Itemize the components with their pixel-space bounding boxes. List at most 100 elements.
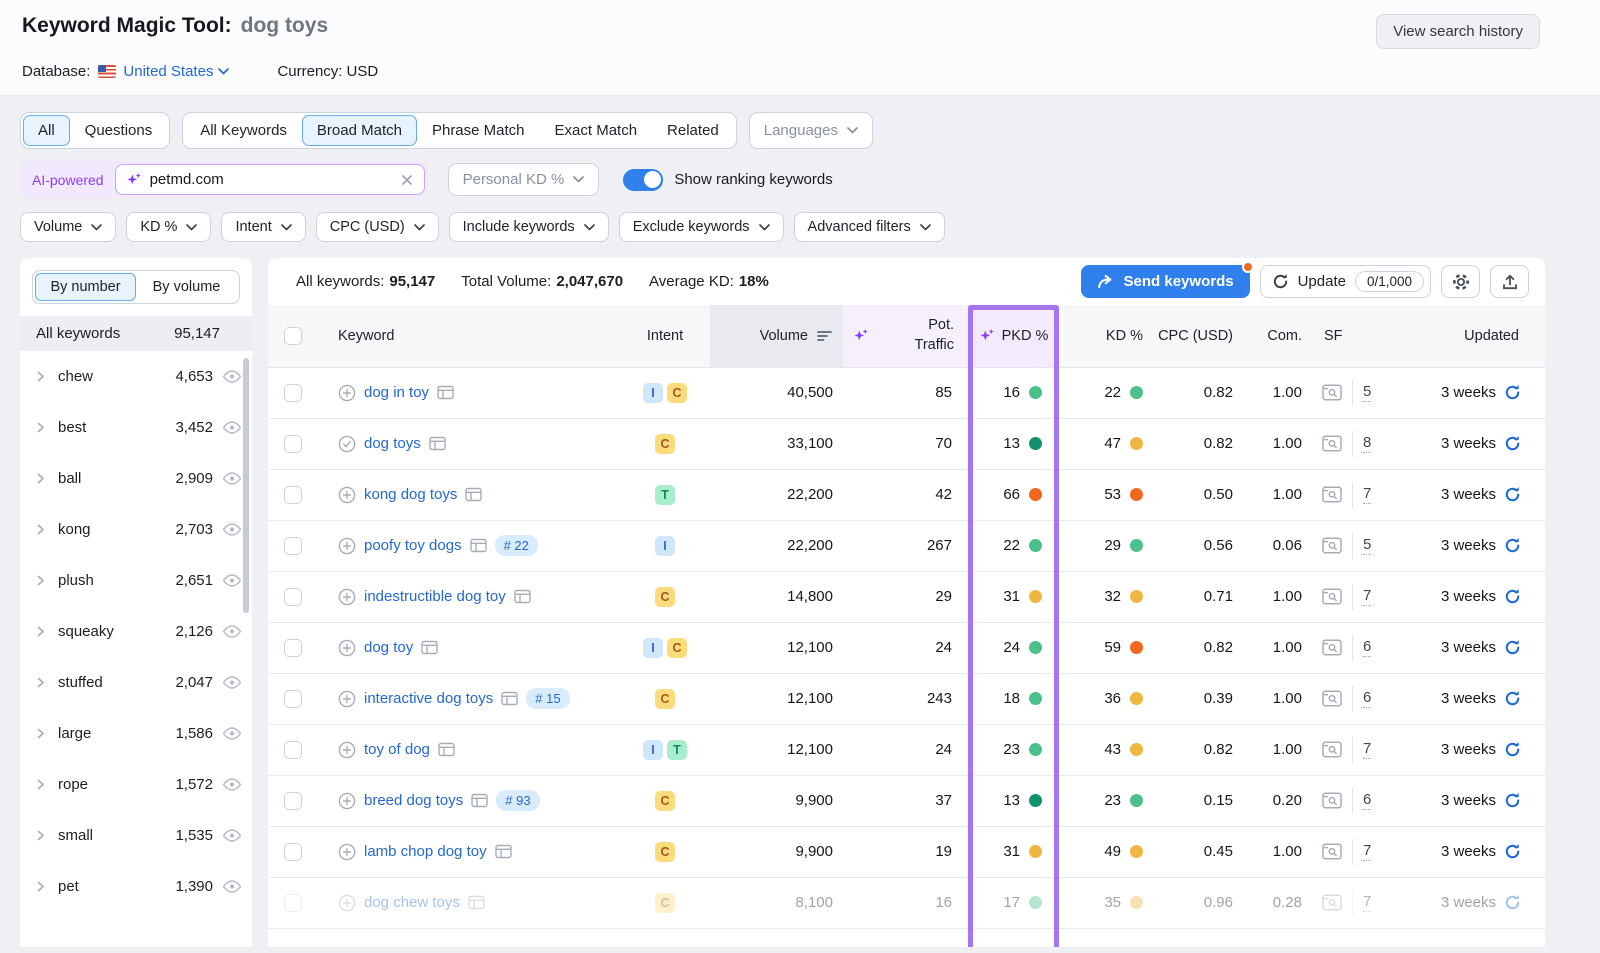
eye-icon[interactable]	[222, 625, 242, 638]
add-keyword-icon[interactable]	[338, 384, 356, 402]
export-button[interactable]	[1490, 265, 1529, 298]
tab-exact-match[interactable]: Exact Match	[540, 115, 653, 146]
add-keyword-icon[interactable]	[338, 690, 356, 708]
keyword-link[interactable]: dog in toy	[364, 384, 429, 401]
tab-all-keywords[interactable]: All Keywords	[185, 115, 302, 146]
sf-count[interactable]: 7	[1363, 485, 1371, 504]
sf-count[interactable]: 5	[1363, 536, 1371, 555]
row-checkbox[interactable]	[284, 435, 302, 453]
keyword-group-best[interactable]: best3,452	[20, 402, 252, 453]
keyword-link[interactable]: lamb chop dog toy	[364, 843, 487, 860]
add-keyword-icon[interactable]	[338, 894, 356, 912]
keyword-group-squeaky[interactable]: squeaky2,126	[20, 606, 252, 657]
refresh-metrics-icon[interactable]	[1504, 588, 1521, 605]
serp-analysis-icon[interactable]	[421, 640, 438, 655]
search-input[interactable]	[150, 171, 392, 188]
serp-analysis-icon[interactable]	[470, 538, 487, 553]
sf-count[interactable]: 7	[1363, 587, 1371, 606]
keyword-group-pet[interactable]: pet1,390	[20, 861, 252, 912]
added-check-icon[interactable]	[338, 435, 356, 453]
add-keyword-icon[interactable]	[338, 639, 356, 657]
all-keywords-group[interactable]: All keywords 95,147	[20, 316, 252, 351]
row-checkbox[interactable]	[284, 894, 302, 912]
sf-count[interactable]: 7	[1363, 893, 1371, 912]
send-keywords-button[interactable]: Send keywords	[1081, 265, 1250, 298]
refresh-metrics-icon[interactable]	[1504, 690, 1521, 707]
filter-intent[interactable]: Intent	[221, 212, 305, 242]
serp-features-preview-icon[interactable]	[1322, 792, 1342, 809]
chevron-right-icon[interactable]	[34, 676, 47, 689]
row-checkbox[interactable]	[284, 639, 302, 657]
chevron-right-icon[interactable]	[34, 880, 47, 893]
column-cpc[interactable]: CPC (USD)	[1153, 305, 1243, 367]
tab-questions[interactable]: Questions	[70, 115, 168, 146]
view-search-history-button[interactable]: View search history	[1376, 14, 1540, 49]
eye-icon[interactable]	[222, 421, 242, 434]
by-volume-tab[interactable]: By volume	[136, 273, 237, 301]
keyword-group-large[interactable]: large1,586	[20, 708, 252, 759]
chevron-right-icon[interactable]	[34, 625, 47, 638]
keyword-link[interactable]: breed dog toys	[364, 792, 463, 809]
serp-analysis-icon[interactable]	[501, 691, 518, 706]
sf-count[interactable]: 7	[1363, 842, 1371, 861]
sf-count[interactable]: 6	[1363, 689, 1371, 708]
eye-icon[interactable]	[222, 880, 242, 893]
row-checkbox[interactable]	[284, 486, 302, 504]
filter-cpc-usd[interactable]: CPC (USD)	[316, 212, 439, 242]
serp-analysis-icon[interactable]	[468, 895, 485, 910]
row-checkbox[interactable]	[284, 537, 302, 555]
refresh-metrics-icon[interactable]	[1504, 639, 1521, 656]
chevron-right-icon[interactable]	[34, 727, 47, 740]
serp-features-preview-icon[interactable]	[1322, 486, 1342, 503]
filter-include-keywords[interactable]: Include keywords	[449, 212, 609, 242]
serp-analysis-icon[interactable]	[471, 793, 488, 808]
serp-analysis-icon[interactable]	[437, 385, 454, 400]
keyword-link[interactable]: indestructible dog toy	[364, 588, 506, 605]
serp-analysis-icon[interactable]	[514, 589, 531, 604]
serp-features-preview-icon[interactable]	[1322, 435, 1342, 452]
tab-broad-match[interactable]: Broad Match	[302, 115, 417, 146]
keyword-group-small[interactable]: small1,535	[20, 810, 252, 861]
serp-features-preview-icon[interactable]	[1322, 843, 1342, 860]
add-keyword-icon[interactable]	[338, 843, 356, 861]
refresh-metrics-icon[interactable]	[1504, 792, 1521, 809]
by-number-tab[interactable]: By number	[35, 273, 136, 301]
serp-features-preview-icon[interactable]	[1322, 741, 1342, 758]
chevron-right-icon[interactable]	[34, 574, 47, 587]
refresh-metrics-icon[interactable]	[1504, 741, 1521, 758]
eye-icon[interactable]	[222, 370, 242, 383]
refresh-metrics-icon[interactable]	[1504, 486, 1521, 503]
database-select[interactable]: United States	[123, 63, 229, 80]
eye-icon[interactable]	[222, 676, 242, 689]
keyword-group-ball[interactable]: ball2,909	[20, 453, 252, 504]
serp-features-preview-icon[interactable]	[1322, 588, 1342, 605]
add-keyword-icon[interactable]	[338, 537, 356, 555]
serp-analysis-icon[interactable]	[429, 436, 446, 451]
serp-features-preview-icon[interactable]	[1322, 537, 1342, 554]
filter-volume[interactable]: Volume	[20, 212, 116, 242]
add-keyword-icon[interactable]	[338, 741, 356, 759]
row-checkbox[interactable]	[284, 384, 302, 402]
refresh-metrics-icon[interactable]	[1504, 435, 1521, 452]
eye-icon[interactable]	[222, 523, 242, 536]
sf-count[interactable]: 5	[1363, 383, 1371, 402]
column-pot-traffic[interactable]: Pot.Traffic	[843, 305, 968, 367]
keyword-link[interactable]: poofy toy dogs	[364, 537, 462, 554]
sidebar-scrollbar[interactable]	[243, 358, 249, 613]
serp-analysis-icon[interactable]	[465, 487, 482, 502]
keyword-link[interactable]: interactive dog toys	[364, 690, 493, 707]
column-pkd[interactable]: PKD %	[968, 305, 1059, 367]
languages-dropdown[interactable]: Languages	[749, 112, 873, 149]
keyword-group-kong[interactable]: kong2,703	[20, 504, 252, 555]
eye-icon[interactable]	[222, 829, 242, 842]
column-com[interactable]: Com.	[1243, 305, 1312, 367]
sf-count[interactable]: 8	[1363, 434, 1371, 453]
refresh-metrics-icon[interactable]	[1504, 537, 1521, 554]
search-input-box[interactable]	[115, 164, 425, 195]
serp-analysis-icon[interactable]	[495, 844, 512, 859]
keyword-link[interactable]: toy of dog	[364, 741, 430, 758]
tab-related[interactable]: Related	[652, 115, 734, 146]
keyword-link[interactable]: kong dog toys	[364, 486, 457, 503]
serp-features-preview-icon[interactable]	[1322, 384, 1342, 401]
row-checkbox[interactable]	[284, 690, 302, 708]
